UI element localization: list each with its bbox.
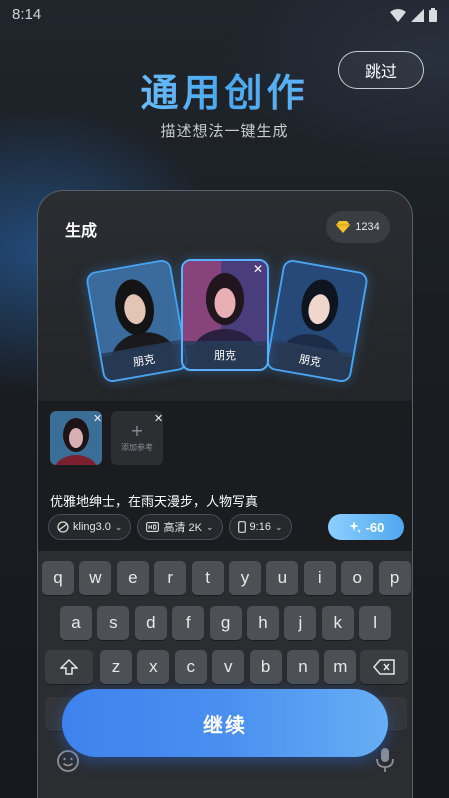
key-y[interactable]: y [229, 561, 261, 595]
emoji-icon[interactable] [56, 749, 80, 773]
battery-icon [429, 8, 437, 22]
generate-button[interactable]: -60 [328, 514, 404, 540]
key-b[interactable]: b [249, 650, 282, 684]
credits-count: 1234 [355, 221, 380, 233]
style-card-2[interactable]: 朋克 ✕ [181, 259, 269, 371]
sparkle-icon [348, 521, 361, 533]
key-c[interactable]: c [174, 650, 207, 684]
wifi-icon [390, 8, 406, 22]
key-h[interactable]: h [247, 606, 279, 640]
key-i[interactable]: i [303, 561, 336, 595]
key-s[interactable]: s [97, 606, 130, 640]
shift-icon [60, 659, 78, 675]
key-l[interactable]: l [359, 606, 392, 640]
key-a[interactable]: a [60, 606, 92, 640]
backspace-key[interactable] [360, 650, 408, 684]
microphone-icon[interactable] [374, 747, 396, 773]
panel-title: 生成 [65, 221, 98, 240]
quality-select[interactable]: 高清 2K ⌄ [137, 514, 223, 540]
key-f[interactable]: f [172, 606, 205, 640]
ratio-label: 9:16 [249, 521, 271, 533]
key-z[interactable]: z [100, 650, 132, 684]
style-card-3[interactable]: 朋克 [264, 258, 370, 384]
key-u[interactable]: u [266, 561, 299, 595]
key-e[interactable]: e [116, 561, 149, 595]
chevron-down-icon: ⌄ [205, 521, 214, 532]
style-card-label: 朋克 [183, 341, 267, 369]
diamond-icon [336, 221, 351, 233]
page-title: 通用创作 [0, 62, 449, 117]
backspace-icon [373, 659, 395, 675]
key-o[interactable]: o [341, 561, 374, 595]
phone-ratio-icon [237, 521, 246, 533]
add-reference-label: 添加参考 [121, 443, 153, 452]
status-icons [390, 8, 437, 22]
page-subtitle: 描述想法一键生成 [160, 122, 289, 140]
key-k[interactable]: k [321, 606, 354, 640]
continue-button[interactable]: 继续 [62, 689, 388, 757]
key-j[interactable]: j [284, 606, 317, 640]
key-v[interactable]: v [212, 650, 245, 684]
key-x[interactable]: x [137, 650, 170, 684]
model-select[interactable]: kling3.0 ⌄ [48, 514, 132, 540]
key-m[interactable]: m [324, 650, 357, 684]
status-time: 8:14 [12, 6, 42, 23]
model-label: kling3.0 [73, 521, 111, 533]
key-r[interactable]: r [154, 561, 187, 595]
credits-badge[interactable]: 1234 [326, 211, 390, 243]
plus-icon: + [130, 421, 144, 440]
prompt-area: ✕ + 添加参考 ✕ 优雅地绅士，在雨天漫步，人物写真 kling3.0 ⌄ 高… [38, 401, 412, 551]
signal-icon [411, 8, 424, 22]
key-g[interactable]: g [209, 606, 242, 640]
key-p[interactable]: p [378, 561, 411, 595]
keyboard: qwertyuiop asdfghjkl zxcvbnm [38, 551, 412, 798]
quality-label: 高清 2K [163, 522, 202, 534]
prompt-text[interactable]: 优雅地绅士，在雨天漫步，人物写真 [50, 491, 258, 510]
key-d[interactable]: d [134, 606, 167, 640]
key-n[interactable]: n [287, 650, 319, 684]
chevron-down-icon: ⌄ [274, 521, 283, 532]
option-chips: kling3.0 ⌄ 高清 2K ⌄ 9:16 ⌄ [48, 514, 292, 540]
style-card-1[interactable]: 朋克 [84, 258, 190, 384]
shift-key[interactable] [45, 650, 93, 684]
key-t[interactable]: t [191, 561, 224, 595]
generate-cost: -60 [365, 519, 385, 535]
key-w[interactable]: w [79, 561, 112, 595]
chevron-down-icon: ⌄ [114, 521, 123, 532]
hd-icon [146, 522, 160, 532]
model-icon [57, 521, 69, 533]
status-bar: 8:14 [0, 0, 449, 30]
close-icon[interactable]: ✕ [154, 412, 163, 425]
ratio-select[interactable]: 9:16 ⌄ [228, 514, 292, 540]
key-q[interactable]: q [42, 561, 74, 595]
close-icon[interactable]: ✕ [93, 412, 102, 425]
close-icon[interactable]: ✕ [251, 262, 265, 276]
